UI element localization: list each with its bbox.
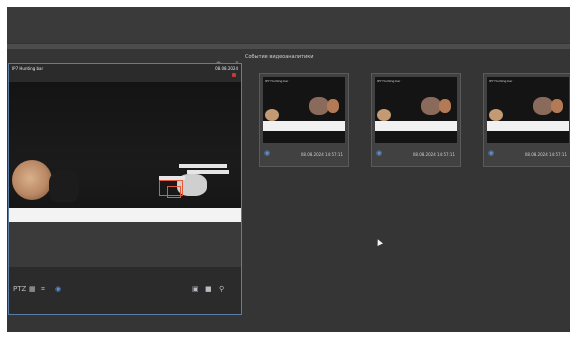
settings-icon[interactable]: ◉ <box>55 285 61 293</box>
record-icon <box>232 73 236 77</box>
mouse-cursor-icon <box>375 238 383 246</box>
event-card[interactable]: IP7 Hunting bar ◉ 08.08.2024 14:57:11 <box>371 73 461 167</box>
detection-label <box>187 170 229 174</box>
zoom-icon[interactable]: ⚲ <box>219 285 224 293</box>
event-time: 08.08.2024 14:57:11 <box>524 152 567 157</box>
event-thumbnail[interactable]: IP7 Hunting bar <box>263 77 345 143</box>
event-time: 08.08.2024 14:57:11 <box>300 152 343 157</box>
camera-icon[interactable]: ◉ <box>264 149 270 157</box>
camera-date: 08.08.2024 <box>215 66 238 71</box>
live-video[interactable] <box>9 82 241 267</box>
detection-label <box>179 164 227 168</box>
event-card[interactable]: IP7 Hunting bar ◉ 08.08.2024 14:57:11 <box>483 73 570 167</box>
live-toolbar: PTZ ▦ ⌗ ◉ ▣ ■ ⚲ <box>9 285 241 299</box>
event-footer: ◉ 08.08.2024 14:57:11 <box>487 147 569 161</box>
camera-icon[interactable]: ◉ <box>488 149 494 157</box>
top-bar <box>7 7 570 43</box>
video-floor <box>9 222 241 267</box>
event-thumbnail[interactable]: IP7 Hunting bar <box>487 77 569 143</box>
thumb-title: IP7 Hunting bar <box>265 79 289 83</box>
app-window: ⚙ ⤢ IP7 Hunting bar 08.08.2024 PTZ ▦ ⌗ ◉… <box>7 7 570 332</box>
live-view-panel[interactable]: IP7 Hunting bar 08.08.2024 PTZ ▦ ⌗ ◉ ▣ ■… <box>8 63 242 315</box>
events-title: Событие видеоаналитики <box>245 54 314 60</box>
layout-icon[interactable]: ▣ <box>192 285 199 293</box>
event-footer: ◉ 08.08.2024 14:57:11 <box>263 147 345 161</box>
camera-title: IP7 Hunting bar <box>12 66 44 71</box>
camera-icon[interactable]: ■ <box>205 285 212 293</box>
detection-box <box>167 186 181 198</box>
video-bowl <box>12 160 52 200</box>
thumb-title: IP7 Hunting bar <box>489 79 513 83</box>
camera-icon[interactable]: ◉ <box>376 149 382 157</box>
event-thumbnail[interactable]: IP7 Hunting bar <box>375 77 457 143</box>
grid-icon[interactable]: ▦ <box>29 285 36 293</box>
event-footer: ◉ 08.08.2024 14:57:11 <box>375 147 457 161</box>
ptz-button[interactable]: PTZ <box>13 285 26 293</box>
section-divider <box>7 44 570 49</box>
video-shelf <box>9 208 241 222</box>
event-card[interactable]: IP7 Hunting bar ◉ 08.08.2024 14:57:11 <box>259 73 349 167</box>
event-time: 08.08.2024 14:57:11 <box>412 152 455 157</box>
thumb-title: IP7 Hunting bar <box>377 79 401 83</box>
detection-label <box>159 176 185 180</box>
video-pot <box>49 170 79 202</box>
crop-icon[interactable]: ⌗ <box>41 285 45 294</box>
